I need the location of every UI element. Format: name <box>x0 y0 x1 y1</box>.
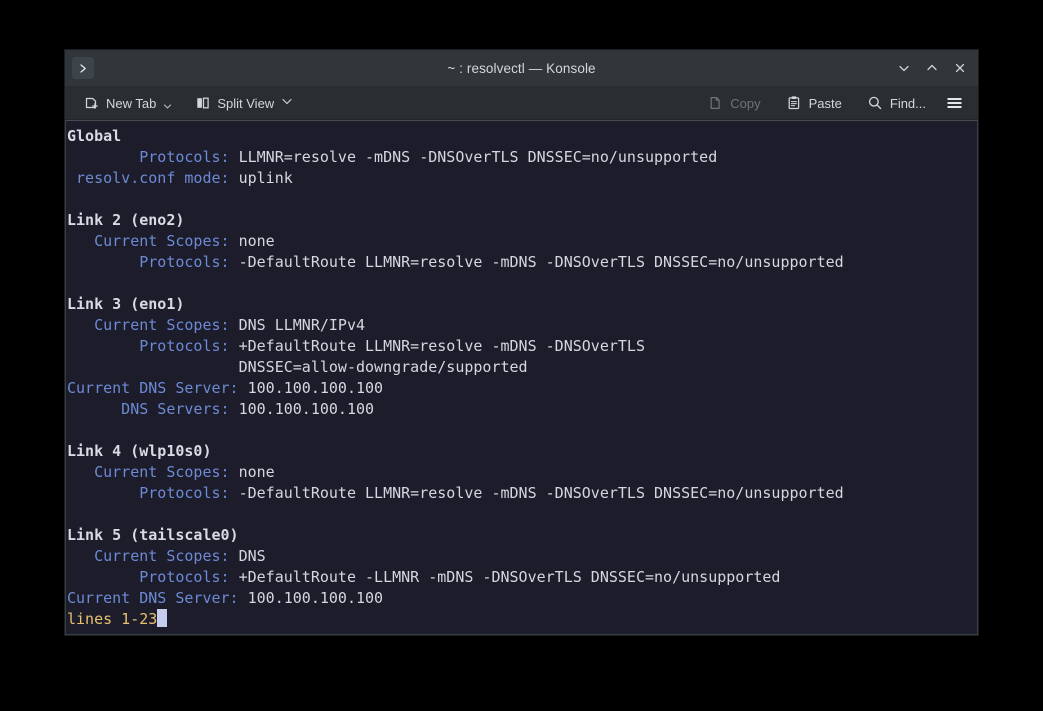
new-tab-icon <box>83 94 100 111</box>
terminal-view[interactable]: Global Protocols: LLMNR=resolve -mDNS -D… <box>65 120 978 635</box>
terminal-line: Link 4 (wlp10s0) <box>67 441 977 462</box>
terminal-field-value: -DefaultRoute LLMNR=resolve -mDNS -DNSOv… <box>239 484 844 502</box>
new-tab-chevron-down-icon[interactable] <box>162 94 173 111</box>
terminal-field-label: Protocols: <box>67 568 239 586</box>
terminal-field-value: LLMNR=resolve -mDNS -DNSOverTLS DNSSEC=n… <box>239 148 718 166</box>
terminal-field-label: resolv.conf mode: <box>67 169 239 187</box>
copy-label: Copy <box>730 97 760 110</box>
terminal-line: Protocols: +DefaultRoute -LLMNR -mDNS -D… <box>67 567 977 588</box>
new-tab-label: New Tab <box>106 97 156 110</box>
terminal-line: Current Scopes: DNS <box>67 546 977 567</box>
terminal-line: DNS Servers: 100.100.100.100 <box>67 399 977 420</box>
terminal-field-label: Protocols: <box>67 484 239 502</box>
maximize-icon[interactable] <box>918 54 946 82</box>
terminal-field-label: Protocols: <box>67 337 239 355</box>
terminal-line: DNSSEC=allow-downgrade/supported <box>67 357 977 378</box>
split-view-icon <box>194 94 211 111</box>
titlebar: ~ : resolvectl — Konsole <box>65 50 978 86</box>
terminal-field-value: uplink <box>239 169 293 187</box>
close-icon[interactable] <box>946 54 974 82</box>
terminal-field-label: Current DNS Server: <box>67 589 248 607</box>
split-view-label: Split View <box>217 97 274 110</box>
terminal-section-heading: Link 2 (eno2) <box>67 211 184 229</box>
pager-status-text: lines 1-23 <box>67 610 157 628</box>
terminal-blank-line <box>67 504 977 525</box>
window-title: ~ : resolvectl — Konsole <box>65 61 978 76</box>
terminal-line: Protocols: -DefaultRoute LLMNR=resolve -… <box>67 483 977 504</box>
new-tab-button[interactable]: New Tab <box>77 91 179 114</box>
terminal-field-label: Protocols: <box>67 148 239 166</box>
terminal-field-value: DNS <box>239 547 266 565</box>
terminal-prompt-icon <box>72 57 94 79</box>
terminal-cursor <box>157 609 167 627</box>
terminal-field-value: none <box>239 232 275 250</box>
terminal-field-label: Current Scopes: <box>67 232 239 250</box>
window-controls <box>890 50 974 86</box>
terminal-line: Current Scopes: DNS LLMNR/IPv4 <box>67 315 977 336</box>
terminal-line: Protocols: +DefaultRoute LLMNR=resolve -… <box>67 336 977 357</box>
terminal-field-value: +DefaultRoute -LLMNR -mDNS -DNSOverTLS D… <box>239 568 781 586</box>
terminal-line: Global <box>67 126 977 147</box>
terminal-field-label: Protocols: <box>67 253 239 271</box>
pager-status-line: lines 1-23 <box>67 609 977 630</box>
find-button[interactable]: Find... <box>861 91 932 114</box>
terminal-line: Current Scopes: none <box>67 231 977 252</box>
terminal-field-label: Current Scopes: <box>67 547 239 565</box>
terminal-line: Protocols: -DefaultRoute LLMNR=resolve -… <box>67 252 977 273</box>
terminal-line: Current Scopes: none <box>67 462 977 483</box>
terminal-field-value: DNSSEC=allow-downgrade/supported <box>239 358 528 376</box>
terminal-field-label: Current Scopes: <box>67 463 239 481</box>
terminal-field-value: DNS LLMNR/IPv4 <box>239 316 365 334</box>
search-icon <box>867 94 884 111</box>
terminal-output[interactable]: Global Protocols: LLMNR=resolve -mDNS -D… <box>66 121 977 630</box>
terminal-section-heading: Global <box>67 127 121 145</box>
terminal-line: resolv.conf mode: uplink <box>67 168 977 189</box>
terminal-line: Protocols: LLMNR=resolve -mDNS -DNSOverT… <box>67 147 977 168</box>
terminal-line: Link 2 (eno2) <box>67 210 977 231</box>
terminal-field-label: Current Scopes: <box>67 316 239 334</box>
terminal-blank-line <box>67 189 977 210</box>
paste-label: Paste <box>809 97 842 110</box>
terminal-section-heading: Link 3 (eno1) <box>67 295 184 313</box>
copy-button[interactable]: Copy <box>701 91 766 114</box>
terminal-field-value: +DefaultRoute LLMNR=resolve -mDNS -DNSOv… <box>239 337 645 355</box>
minimize-icon[interactable] <box>890 54 918 82</box>
terminal-blank-line <box>67 420 977 441</box>
terminal-line: Current DNS Server: 100.100.100.100 <box>67 588 977 609</box>
split-view-button[interactable]: Split View <box>188 91 280 114</box>
toolbar: New Tab Split View <box>65 86 978 120</box>
split-view-chevron-down-icon[interactable] <box>280 94 293 111</box>
konsole-window: ~ : resolvectl — Konsole <box>65 50 978 635</box>
terminal-blank-line <box>67 273 977 294</box>
terminal-field-value: 100.100.100.100 <box>248 379 383 397</box>
copy-icon <box>707 94 724 111</box>
paste-icon <box>786 94 803 111</box>
terminal-field-value: 100.100.100.100 <box>248 589 383 607</box>
terminal-field-value: -DefaultRoute LLMNR=resolve -mDNS -DNSOv… <box>239 253 844 271</box>
find-label: Find... <box>890 97 926 110</box>
terminal-field-value: none <box>239 463 275 481</box>
terminal-line: Link 3 (eno1) <box>67 294 977 315</box>
terminal-field-label: DNS Servers: <box>67 400 239 418</box>
paste-button[interactable]: Paste <box>780 91 848 114</box>
terminal-line: Current DNS Server: 100.100.100.100 <box>67 378 977 399</box>
terminal-section-heading: Link 4 (wlp10s0) <box>67 442 212 460</box>
hamburger-menu-icon[interactable] <box>941 91 967 115</box>
terminal-line: Link 5 (tailscale0) <box>67 525 977 546</box>
terminal-field-label <box>67 358 239 376</box>
terminal-field-label: Current DNS Server: <box>67 379 248 397</box>
terminal-section-heading: Link 5 (tailscale0) <box>67 526 239 544</box>
terminal-field-value: 100.100.100.100 <box>239 400 374 418</box>
